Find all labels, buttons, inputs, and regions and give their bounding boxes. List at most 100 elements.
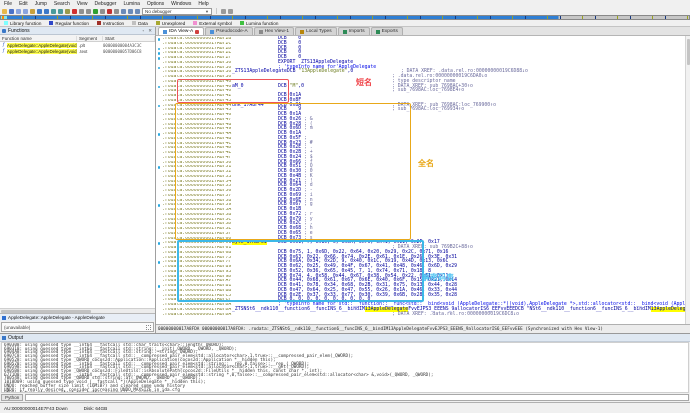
cli-row: Python (0, 393, 690, 402)
view-tab-bar: IDA View-APseudocode-AHex View-1Local Ty… (156, 27, 690, 36)
tab-imports[interactable]: Imports (338, 27, 370, 35)
listing-vscrollbar[interactable] (685, 36, 690, 324)
redo-icon[interactable] (86, 9, 91, 14)
breakpoint-icon[interactable] (72, 9, 77, 14)
function-icon: f (0, 49, 7, 54)
column-segment[interactable]: Segment (77, 36, 103, 41)
legend-data: Data (132, 21, 148, 26)
legend-external-symbol: External symbol (193, 21, 232, 26)
column-function-name[interactable]: Function name (0, 36, 77, 41)
selected-function-caption: AppleDelegate::AppleDelegate - AppleDele… (0, 313, 155, 321)
tab-icon (343, 30, 347, 34)
start-process-icon[interactable] (93, 9, 98, 14)
pause-process-icon[interactable] (100, 9, 105, 14)
function-row[interactable]: fAppleDelegate::AppleDelegate(void).text… (0, 48, 155, 54)
listing-line[interactable]: .rodata:00000000017A8FDA; DATA XREF: .da… (156, 313, 690, 318)
legend-unexplored: Unexplored (156, 21, 186, 26)
graph-overview-status: (unavailable) (1, 322, 154, 332)
panel-restore-icon[interactable]: ▫ (142, 28, 146, 33)
options-icon[interactable] (228, 9, 233, 14)
legend-color-swatch (240, 21, 244, 25)
menu-bar: File Edit Jump Search View Debugger Lumina Opti… (0, 0, 690, 7)
legend-color-swatch (4, 21, 8, 25)
enums-icon[interactable] (58, 9, 63, 14)
current-address-marker (2, 16, 4, 19)
search-icon[interactable] (37, 9, 42, 14)
tab-local-types[interactable]: Local Types (295, 27, 337, 35)
menu-edit[interactable]: Edit (19, 1, 28, 7)
stop-process-icon[interactable] (107, 9, 112, 14)
tab-hex-view-1[interactable]: Hex View-1 (254, 27, 294, 35)
function-row[interactable]: fAppleDelegate::AppleDelegate(void).plt0… (0, 42, 155, 48)
legend-lumina-function: Lumina function (240, 21, 278, 26)
menu-help[interactable]: Help (198, 1, 208, 7)
status-bar: AU:00000000014E7F43 Down Disk: 64GB (0, 402, 690, 413)
cli-input[interactable] (25, 394, 689, 401)
output-log[interactable]: 690308: using guessed type __int64 __fas… (1, 342, 689, 393)
navigation-band[interactable] (0, 15, 690, 20)
tab-icon (300, 30, 304, 34)
listing-status-line: 00000000017A8FDA 00000000017A8FDA: .roda… (156, 324, 690, 333)
menu-file[interactable]: File (4, 1, 12, 7)
scrollbar-thumb[interactable] (1, 310, 91, 313)
output-window-title-text: Output (8, 335, 23, 341)
save-icon[interactable] (9, 9, 14, 14)
functions-icon (2, 29, 6, 33)
step-over-icon[interactable] (128, 9, 133, 14)
functions-list[interactable]: fAppleDelegate::AppleDelegate(void).plt0… (0, 42, 155, 308)
functions-panel: Functions ▫ ✕ Function name Segment Star… (0, 27, 156, 333)
tab-pseudocode-a[interactable]: Pseudocode-A (205, 27, 252, 35)
functions-column-header[interactable]: Function name Segment Start (0, 35, 155, 42)
menu-view[interactable]: View (77, 1, 88, 7)
search-next-icon[interactable] (44, 9, 49, 14)
menu-windows[interactable]: Windows (171, 1, 191, 7)
panel-close-icon[interactable]: ✕ (147, 28, 153, 34)
debugger-selector[interactable]: No debugger ▼ (142, 8, 212, 15)
toolbar-separator (216, 8, 217, 14)
output-window: Output 690308: using guessed type __int6… (0, 333, 690, 413)
legend-color-swatch (49, 21, 53, 25)
graph-overview-status-text: (unavailable) (4, 325, 30, 330)
resize-grip-icon (146, 325, 151, 330)
back-icon[interactable] (16, 9, 21, 14)
run-until-return-icon[interactable] (135, 9, 140, 14)
forward-icon[interactable] (23, 9, 28, 14)
tab-ida-view-a[interactable]: IDA View-A (158, 27, 204, 35)
status-analysis-state: AU:00000000014E7F43 Down (4, 406, 68, 411)
ida-view-listing[interactable]: 短名 全名 解密码表 .rodata:00000000017A8F2BDCB 0… (156, 36, 690, 324)
window-icon (2, 316, 6, 320)
menu-jump[interactable]: Jump (35, 1, 47, 7)
undo-icon[interactable] (79, 9, 84, 14)
structures-icon[interactable] (51, 9, 56, 14)
menu-options[interactable]: Options (147, 1, 164, 7)
tab-close-icon[interactable] (195, 30, 199, 34)
functions-panel-title-text: Functions (8, 28, 30, 34)
step-into-icon[interactable] (121, 9, 126, 14)
tab-icon (259, 30, 263, 34)
legend-color-swatch (132, 21, 136, 25)
status-disk-free: Disk: 64GB (84, 406, 108, 411)
functions-panel-title: Functions ▫ ✕ (0, 27, 155, 35)
menu-lumina[interactable]: Lumina (123, 1, 139, 7)
jump-address-icon[interactable] (30, 9, 35, 14)
segments-icon[interactable] (65, 9, 70, 14)
function-icon: f (0, 43, 7, 48)
open-file-icon[interactable] (2, 9, 7, 14)
column-start[interactable]: Start (103, 36, 155, 41)
legend-color-swatch (193, 21, 197, 25)
legend-regular-function: Regular function (49, 21, 88, 26)
legend-instruction: Instruction (97, 21, 124, 26)
legend-library-function: Library function (4, 21, 41, 26)
cli-interpreter-button[interactable]: Python (1, 394, 23, 401)
menu-debugger[interactable]: Debugger (95, 1, 117, 7)
disassembly-pane: IDA View-APseudocode-AHex View-1Local Ty… (156, 27, 690, 333)
tab-exports[interactable]: Exports (371, 27, 403, 35)
snapshot-icon[interactable] (221, 9, 226, 14)
tab-icon (376, 30, 380, 34)
tab-icon (210, 30, 214, 34)
menu-search[interactable]: Search (54, 1, 70, 7)
legend-color-swatch (156, 21, 160, 25)
attach-icon[interactable] (114, 9, 119, 14)
chevron-down-icon: ▼ (205, 9, 209, 14)
functions-hscrollbar[interactable] (0, 308, 155, 313)
